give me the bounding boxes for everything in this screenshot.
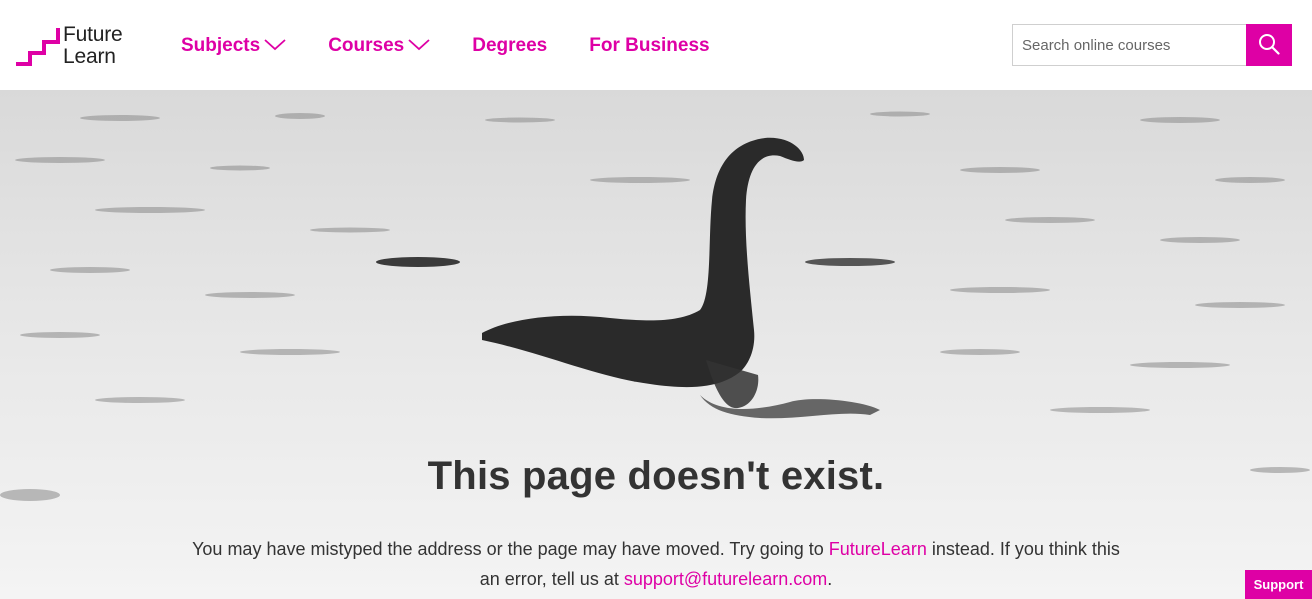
nav-degrees[interactable]: Degrees bbox=[472, 35, 547, 57]
nav-subjects-label: Subjects bbox=[181, 35, 261, 56]
search-bar bbox=[1012, 24, 1292, 66]
main-nav: Subjects Courses Degrees For Business bbox=[181, 32, 752, 60]
error-title: This page doesn't exist. bbox=[427, 454, 885, 498]
stairs-logo-icon bbox=[16, 28, 60, 66]
logo-line-1: Future bbox=[63, 23, 123, 46]
logo-wordmark: Future Learn bbox=[63, 24, 123, 68]
error-message-part1: You may have mistyped the address or the… bbox=[192, 539, 829, 559]
chevron-down-icon bbox=[264, 35, 286, 57]
futurelearn-logo[interactable]: Future Learn bbox=[16, 24, 136, 68]
nav-for-business-label: For Business bbox=[589, 35, 710, 56]
error-message: You may have mistyped the address or the… bbox=[186, 534, 1126, 594]
error-hero: This page doesn't exist. You may have mi… bbox=[0, 90, 1312, 599]
home-link[interactable]: FutureLearn bbox=[829, 539, 927, 559]
search-button[interactable] bbox=[1246, 24, 1292, 66]
error-message-end: . bbox=[827, 569, 833, 589]
nav-for-business[interactable]: For Business bbox=[589, 35, 709, 57]
support-email-link[interactable]: support@futurelearn.com bbox=[624, 569, 827, 589]
site-header: Future Learn Subjects Courses Degrees Fo… bbox=[0, 0, 1312, 90]
nav-subjects[interactable]: Subjects bbox=[181, 35, 286, 57]
nav-degrees-label: Degrees bbox=[472, 35, 548, 56]
logo-line-2: Learn bbox=[63, 45, 116, 68]
support-button[interactable]: Support bbox=[1245, 570, 1312, 599]
loch-ness-monster-image bbox=[0, 90, 1312, 599]
nav-courses[interactable]: Courses bbox=[328, 35, 430, 57]
nav-courses-label: Courses bbox=[328, 35, 405, 56]
search-icon bbox=[1258, 33, 1280, 58]
chevron-down-icon bbox=[408, 35, 430, 57]
search-input[interactable] bbox=[1012, 24, 1247, 66]
